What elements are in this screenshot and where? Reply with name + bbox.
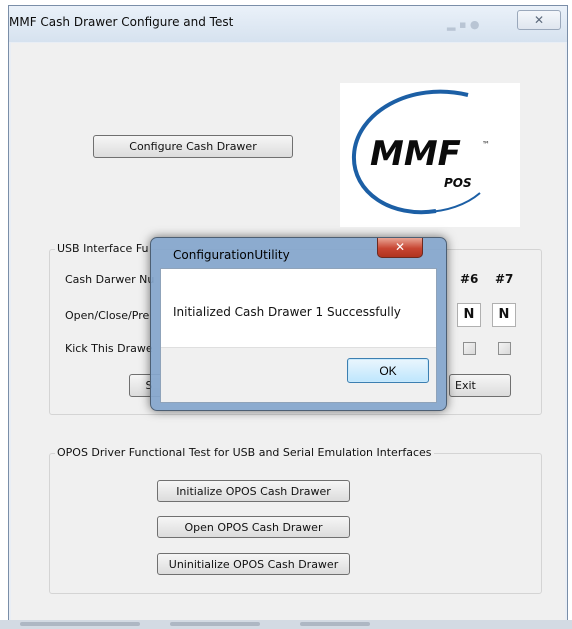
usb-group-title: USB Interface Fu xyxy=(55,242,151,255)
mmf-pos-logo-graphic: MMF ™ POS xyxy=(351,89,490,215)
close-icon: ✕ xyxy=(394,240,406,254)
row-label-open-close: Open/Close/Pre xyxy=(65,309,150,322)
row-label-drawer-number: Cash Darwer Nu xyxy=(65,273,155,286)
ok-button[interactable]: OK xyxy=(347,358,429,383)
open-opos-button[interactable]: Open OPOS Cash Drawer xyxy=(157,516,350,538)
dialog-message: Initialized Cash Drawer 1 Successfully xyxy=(173,305,401,319)
window-close-button[interactable]: ✕ xyxy=(517,10,561,30)
kick-drawer-6-checkbox[interactable] xyxy=(463,342,476,355)
column-header-6: #6 xyxy=(460,272,479,286)
column-header-7: #7 xyxy=(495,272,514,286)
blurred-text xyxy=(300,622,370,626)
configuration-utility-dialog: ConfigurationUtility ✕ Initialized Cash … xyxy=(150,237,447,411)
uninitialize-opos-button[interactable]: Uninitialize OPOS Cash Drawer xyxy=(157,553,350,575)
window-controls-hint: ▂ ▪ ● xyxy=(447,18,480,31)
close-icon: ✕ xyxy=(533,13,545,27)
mmf-pos-logo: MMF ™ POS xyxy=(340,83,520,227)
dialog-close-button[interactable]: ✕ xyxy=(377,238,423,258)
initialize-opos-button[interactable]: Initialize OPOS Cash Drawer xyxy=(157,480,350,502)
drawer-6-status: N xyxy=(457,303,481,327)
drawer-7-status: N xyxy=(492,303,516,327)
logo-brand-text: MMF xyxy=(370,134,461,174)
blurred-text xyxy=(20,622,140,626)
bottom-strip xyxy=(0,620,572,629)
dialog-title: ConfigurationUtility xyxy=(173,248,290,262)
logo-tm-text: ™ xyxy=(482,140,490,149)
blurred-text xyxy=(170,622,260,626)
row-label-kick-drawer: Kick This Drawe xyxy=(65,342,153,355)
window-title: MMF Cash Drawer Configure and Test xyxy=(9,15,234,29)
dialog-body: Initialized Cash Drawer 1 Successfully O… xyxy=(160,268,437,403)
kick-drawer-7-checkbox[interactable] xyxy=(498,342,511,355)
configure-cash-drawer-button[interactable]: Configure Cash Drawer xyxy=(93,135,293,158)
dialog-footer: OK xyxy=(161,347,436,402)
exit-button[interactable]: Exit xyxy=(449,374,511,397)
title-bar[interactable]: MMF Cash Drawer Configure and Test ▂ ▪ ●… xyxy=(9,6,567,42)
logo-sub-text: POS xyxy=(444,176,472,190)
opos-group-title: OPOS Driver Functional Test for USB and … xyxy=(55,446,434,459)
